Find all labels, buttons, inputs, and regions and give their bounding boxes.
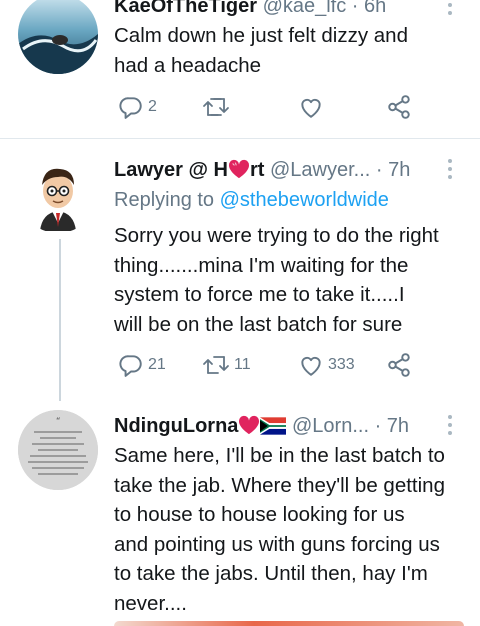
share-button[interactable]	[386, 94, 412, 120]
timestamp[interactable]: · 7h	[376, 159, 410, 181]
svg-text:“: “	[56, 416, 61, 427]
display-name[interactable]: Lawyer @ H rt	[114, 159, 264, 181]
tweet-3[interactable]: “ NdinguLorna @Lorn... · 7h Same here, I…	[0, 399, 480, 626]
display-name-part: rt	[249, 159, 265, 181]
tweet-1[interactable]: KaeOfTheTiger @kae_lfc · 6h Calm down he…	[0, 0, 480, 138]
tweet-text-line: thing.......mina I'm waiting for the	[114, 253, 409, 277]
more-icon[interactable]	[444, 0, 456, 18]
retweet-count: 11	[234, 356, 251, 373]
thread-line	[59, 239, 61, 401]
reply-icon	[119, 97, 142, 119]
share-button[interactable]	[386, 352, 412, 378]
heart-emoji-icon	[228, 159, 250, 179]
avatar[interactable]	[18, 0, 98, 74]
tweet-text-line: to house to house looking for us	[114, 503, 405, 526]
tweet-text-line: Sorry you were trying to do the right	[114, 224, 439, 247]
south-africa-flag-icon	[260, 417, 287, 435]
user-handle[interactable]: @kae_lfc	[263, 0, 347, 17]
tweet-text-line: had a headache	[114, 53, 262, 77]
tweet-text-line: Calm down he just felt dizzy and	[114, 24, 408, 47]
tweet-actions: 21 11 333	[114, 352, 424, 378]
tweet-text-line: and pointing us with guns forcing us	[114, 532, 440, 556]
replying-to-label: Replying to	[114, 189, 215, 211]
tweet-text-line: to take the jabs. Until then, hay I'm	[114, 562, 428, 585]
tweet-text: Same here, I'll be in the last batch to …	[114, 441, 464, 618]
retweet-icon	[203, 356, 229, 374]
avatar[interactable]	[18, 153, 98, 233]
replying-to-handle[interactable]: @sthebeworldwide	[220, 189, 389, 211]
timestamp[interactable]: · 7h	[375, 415, 409, 437]
share-icon	[388, 95, 410, 119]
display-name-part: NdinguLorna	[114, 415, 239, 437]
more-icon[interactable]	[444, 158, 456, 182]
user-handle[interactable]: @Lorn...	[292, 415, 369, 437]
tweet-text: Sorry you were trying to do the right th…	[114, 221, 464, 339]
retweet-button[interactable]	[202, 94, 230, 120]
user-handle[interactable]: @Lawyer...	[270, 159, 370, 181]
reply-icon	[119, 355, 142, 377]
like-icon	[301, 356, 321, 376]
tweet-header: NdinguLorna @Lorn... · 7h	[114, 414, 409, 438]
retweet-icon	[203, 98, 229, 116]
display-name[interactable]: KaeOfTheTiger	[114, 0, 257, 17]
timestamp[interactable]: · 6h	[352, 0, 386, 17]
like-count: 333	[328, 356, 355, 373]
reply-count: 21	[148, 356, 166, 373]
tweet-2[interactable]: Lawyer @ H rt @Lawyer... · 7h Replying to…	[0, 139, 480, 401]
tweet-text-line: Same here, I'll be in the last batch to	[114, 444, 445, 467]
tweet-text-line: will be on the last batch for sure	[114, 312, 403, 336]
tweet-text: Calm down he just felt dizzy and had a h…	[114, 21, 464, 80]
tweet-text-line: take the jab. Where they'll be getting	[114, 473, 445, 497]
reply-count: 2	[148, 98, 157, 115]
like-icon	[301, 98, 321, 118]
like-button[interactable]	[298, 94, 324, 120]
tweet-actions: 2	[114, 94, 424, 120]
avatar[interactable]: “	[18, 410, 98, 490]
tweet-header: Lawyer @ H rt @Lawyer... · 7h	[114, 158, 410, 182]
reply-button[interactable]: 2	[118, 94, 157, 120]
like-button[interactable]: 333	[298, 352, 355, 378]
tweet-text-line: never....	[114, 591, 187, 615]
display-name[interactable]: NdinguLorna	[114, 415, 287, 437]
media-preview-edge[interactable]	[114, 621, 464, 626]
share-icon	[388, 353, 410, 377]
tweet-header: KaeOfTheTiger @kae_lfc · 6h	[114, 0, 386, 18]
reply-button[interactable]: 21	[118, 352, 166, 378]
display-name-part: Lawyer @ H	[114, 159, 228, 181]
heart-emoji-icon	[239, 415, 260, 435]
tweet-text-line: system to force me to take it.....I	[114, 283, 405, 306]
replying-to: Replying to @sthebeworldwide	[114, 189, 389, 212]
more-icon[interactable]	[444, 414, 456, 438]
retweet-button[interactable]: 11	[202, 352, 251, 378]
